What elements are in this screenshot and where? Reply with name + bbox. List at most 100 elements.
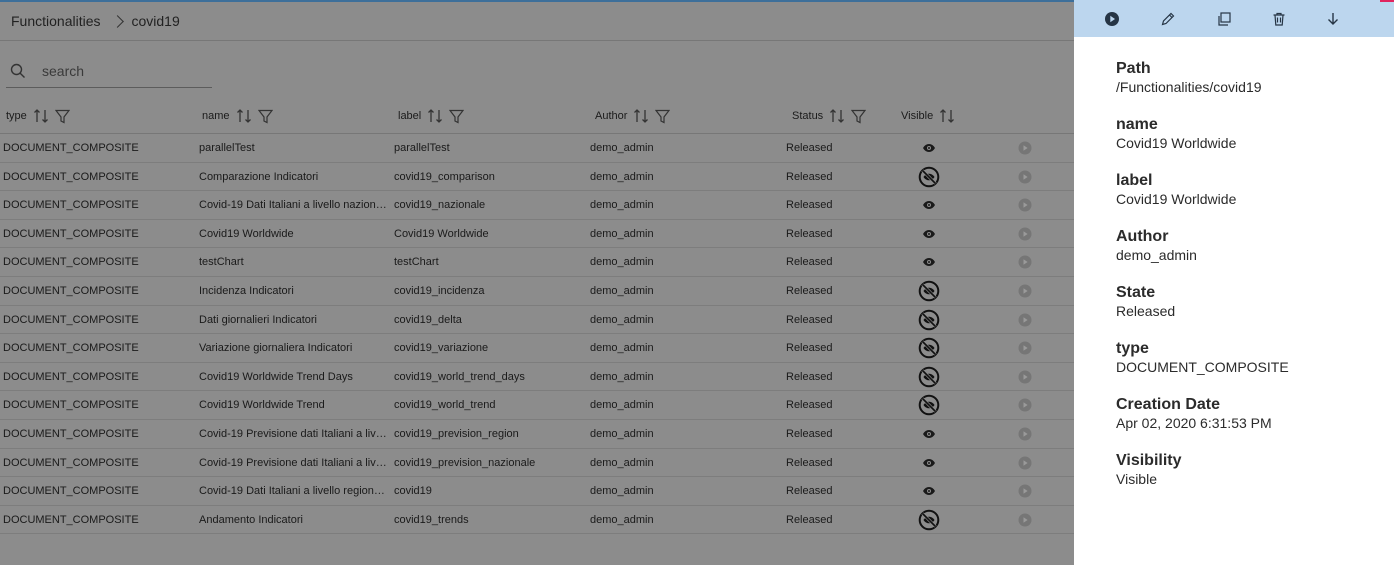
field-value: Covid19 Worldwide [1116,191,1237,207]
table-row[interactable]: DOCUMENT_COMPOSITE Covid-19 Dati Italiani… [0,477,1074,506]
breadcrumb-current: covid19 [131,13,180,29]
filter-icon[interactable] [449,109,465,124]
play-icon[interactable] [1103,10,1121,28]
run-document-icon[interactable] [1016,191,1034,219]
arrow-down-icon[interactable] [1324,10,1342,28]
cell-author: demo_admin [590,427,654,440]
search-field[interactable]: search [6,55,212,88]
column-label: name [202,110,230,122]
sort-icon[interactable] [939,108,955,124]
cell-name: Comparazione Indicatori [199,170,319,183]
detail-name: name Covid19 Worldwide [1116,116,1289,152]
sort-icon[interactable] [33,108,49,124]
eye-icon[interactable] [914,449,944,477]
table-row[interactable]: DOCUMENT_COMPOSITE Covid19 Worldwide Tren… [0,363,1074,392]
run-document-icon[interactable] [1016,277,1034,305]
table-row[interactable]: DOCUMENT_COMPOSITE Incidenza Indicatori co… [0,277,1074,306]
eye-icon[interactable] [914,477,944,505]
eye-off-icon[interactable] [914,334,944,362]
cell-status: Released [786,284,833,297]
eye-off-icon[interactable] [914,391,944,419]
filter-icon[interactable] [851,109,867,124]
detail-creation-date: Creation Date Apr 02, 2020 6:31:53 PM [1116,396,1289,432]
eye-off-icon[interactable] [914,163,944,191]
cell-author: demo_admin [590,370,654,383]
cell-label: covid19_delta [394,313,462,326]
column-visible[interactable]: Visible [901,98,961,134]
copy-icon[interactable] [1215,10,1233,28]
run-document-icon[interactable] [1016,449,1034,477]
table-row[interactable]: DOCUMENT_COMPOSITE Dati giornalieri Indic… [0,306,1074,335]
cell-status: Released [786,370,833,383]
table-row[interactable]: DOCUMENT_COMPOSITE Andamento Indicatori co… [0,506,1074,535]
breadcrumb-root[interactable]: Functionalities [11,13,101,29]
column-status[interactable]: Status [792,98,872,134]
table-row[interactable]: DOCUMENT_COMPOSITE Covid19 Worldwide Covid… [0,220,1074,249]
cell-name: Variazione giornaliera Indicatori [199,342,353,355]
cell-name: Covid-19 Dati Italiani a livello regiona… [199,485,389,498]
column-name[interactable]: name [202,98,279,134]
eye-icon[interactable] [914,134,944,162]
filter-icon[interactable] [257,109,273,124]
run-document-icon[interactable] [1016,306,1034,334]
sort-icon[interactable] [829,108,845,124]
red-indicator [1380,0,1394,2]
column-label-header[interactable]: label [398,98,470,134]
eye-off-icon[interactable] [914,506,944,534]
table-row[interactable]: DOCUMENT_COMPOSITE Covid-19 Dati Italiani… [0,191,1074,220]
column-author[interactable]: Author [595,98,676,134]
cell-author: demo_admin [590,256,654,269]
breadcrumb: Functionalities covid19 [0,2,1074,41]
detail-label: label Covid19 Worldwide [1116,172,1289,208]
table-row[interactable]: DOCUMENT_COMPOSITE parallelTest parallelTe… [0,134,1074,163]
run-document-icon[interactable] [1016,506,1034,534]
cell-label: parallelTest [394,142,450,154]
run-document-icon[interactable] [1016,163,1034,191]
field-key: name [1116,116,1158,133]
detail-panel: Path /Functionalities/covid19 name Covid… [1074,0,1394,565]
cell-name: Covid-19 Previsione dati Italiani a liv… [199,456,387,469]
cell-name: Covid-19 Previsione dati Italiani a liv… [199,427,387,440]
cell-name: Incidenza Indicatori [199,284,294,297]
eye-icon[interactable] [914,248,944,276]
sort-icon[interactable] [236,108,252,124]
run-document-icon[interactable] [1016,363,1034,391]
pencil-icon[interactable] [1159,10,1177,28]
trash-icon[interactable] [1270,10,1288,28]
column-type[interactable]: type [6,98,76,134]
run-document-icon[interactable] [1016,248,1034,276]
cell-status: Released [786,142,833,154]
cell-status: Released [786,170,833,183]
table-row[interactable]: DOCUMENT_COMPOSITE testChart testChart demo… [0,248,1074,277]
run-document-icon[interactable] [1016,391,1034,419]
run-document-icon[interactable] [1016,134,1034,162]
table-row[interactable]: DOCUMENT_COMPOSITE Covid19 Worldwide Tren… [0,391,1074,420]
detail-author: Author demo_admin [1116,228,1289,264]
eye-icon[interactable] [914,191,944,219]
run-document-icon[interactable] [1016,334,1034,362]
search-input[interactable]: search [42,63,84,79]
filter-icon[interactable] [54,109,70,124]
eye-off-icon[interactable] [914,306,944,334]
field-value: Released [1116,303,1176,319]
eye-icon[interactable] [914,420,944,448]
table-row[interactable]: DOCUMENT_COMPOSITE Covid-19 Previsione da… [0,420,1074,449]
run-document-icon[interactable] [1016,420,1034,448]
eye-icon[interactable] [914,220,944,248]
eye-off-icon[interactable] [914,363,944,391]
field-value: Apr 02, 2020 6:31:53 PM [1116,415,1272,431]
detail-fields: Path /Functionalities/covid19 name Covid… [1116,60,1289,508]
column-label: Author [595,110,628,122]
cell-status: Released [786,427,833,440]
cell-type: DOCUMENT_COMPOSITE [3,199,139,212]
sort-icon[interactable] [633,108,649,124]
eye-off-icon[interactable] [914,277,944,305]
table-row[interactable]: DOCUMENT_COMPOSITE Covid-19 Previsione da… [0,449,1074,478]
table-row[interactable]: DOCUMENT_COMPOSITE Variazione giornaliera… [0,334,1074,363]
table-row[interactable]: DOCUMENT_COMPOSITE Comparazione Indicator… [0,163,1074,192]
filter-icon[interactable] [655,109,671,124]
detail-path: Path /Functionalities/covid19 [1116,60,1289,96]
sort-icon[interactable] [427,108,443,124]
run-document-icon[interactable] [1016,477,1034,505]
run-document-icon[interactable] [1016,220,1034,248]
